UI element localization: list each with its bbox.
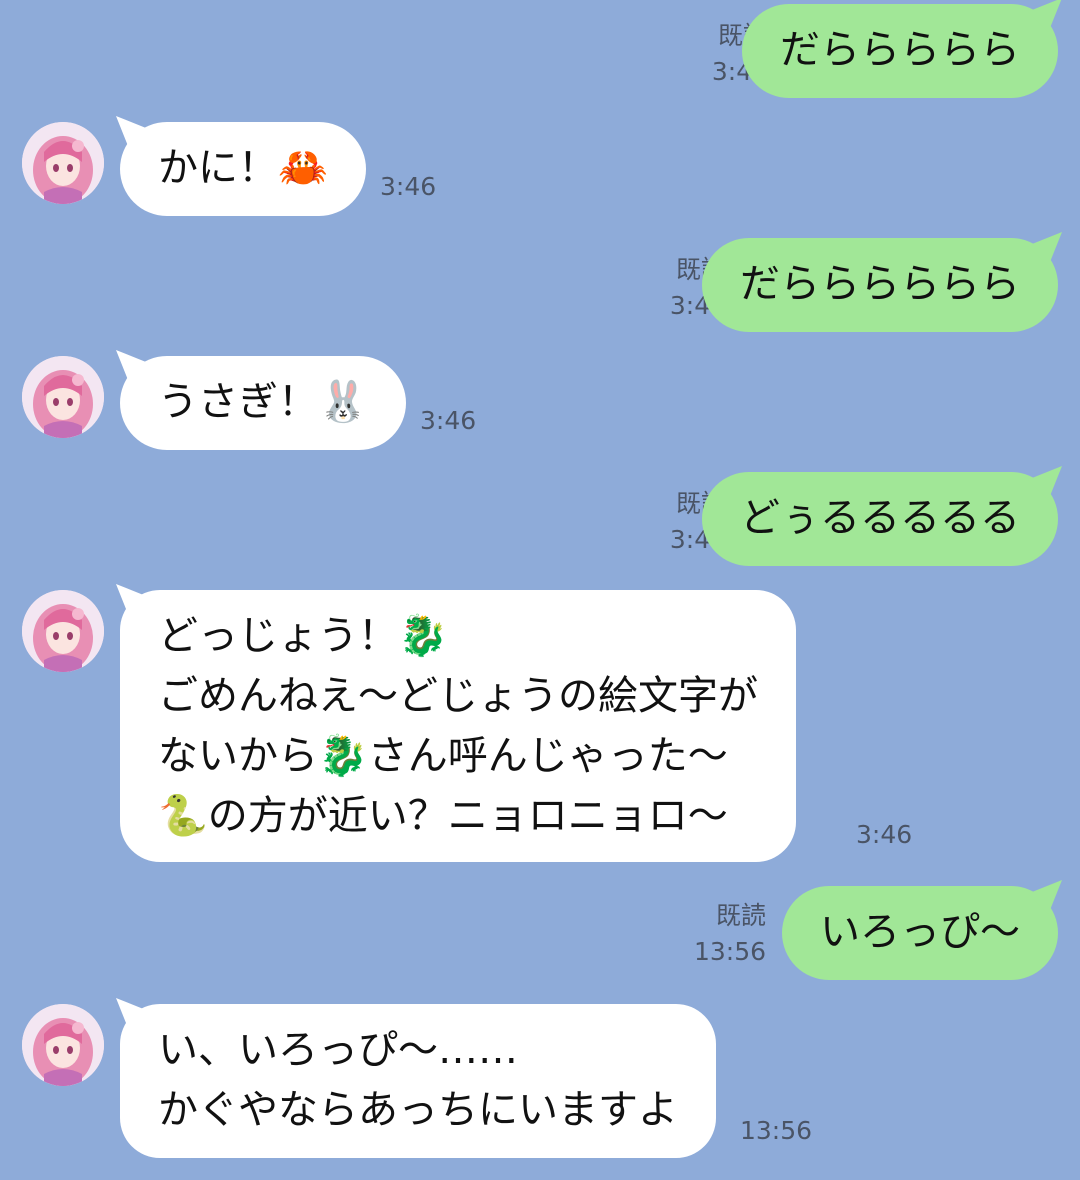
received-message-bubble[interactable]: うさぎ！🐰 <box>120 356 406 450</box>
anime-girl-avatar-icon <box>22 122 104 204</box>
anime-girl-avatar-icon <box>22 356 104 438</box>
sent-message-bubble[interactable]: だらららららら <box>702 238 1058 332</box>
sent-message-bubble[interactable]: だららららら <box>742 4 1058 98</box>
anime-girl-avatar-icon <box>22 1004 104 1086</box>
anime-girl-avatar-icon <box>22 590 104 672</box>
chat-message-list[interactable]: 既読 3:46 だららららら かに！🦀 3:46 既読 3:46 だらららららら… <box>0 0 1080 1180</box>
received-message-bubble[interactable]: い、いろっぴ〜…… かぐやならあっちにいますよ <box>120 1004 716 1158</box>
message-time: 3:46 <box>380 172 437 201</box>
message-time: 13:56 <box>740 1116 813 1145</box>
read-receipt: 既読 <box>715 901 766 930</box>
received-message-bubble[interactable]: かに！🦀 <box>120 122 366 216</box>
message-time: 13:56 <box>693 937 766 966</box>
sent-message-bubble[interactable]: いろっぴ〜 <box>782 886 1058 980</box>
message-time: 3:46 <box>856 820 913 849</box>
sent-message-bubble[interactable]: どぅるるるるる <box>702 472 1058 566</box>
contact-avatar[interactable] <box>22 1004 104 1086</box>
message-meta: 既読 13:56 <box>694 898 766 970</box>
message-time: 3:46 <box>420 406 477 435</box>
contact-avatar[interactable] <box>22 356 104 438</box>
contact-avatar[interactable] <box>22 122 104 204</box>
contact-avatar[interactable] <box>22 590 104 672</box>
received-message-bubble[interactable]: どっじょう！🐉 ごめんねえ〜どじょうの絵文字が ないから🐉さん呼んじゃった〜 🐍… <box>120 590 796 862</box>
